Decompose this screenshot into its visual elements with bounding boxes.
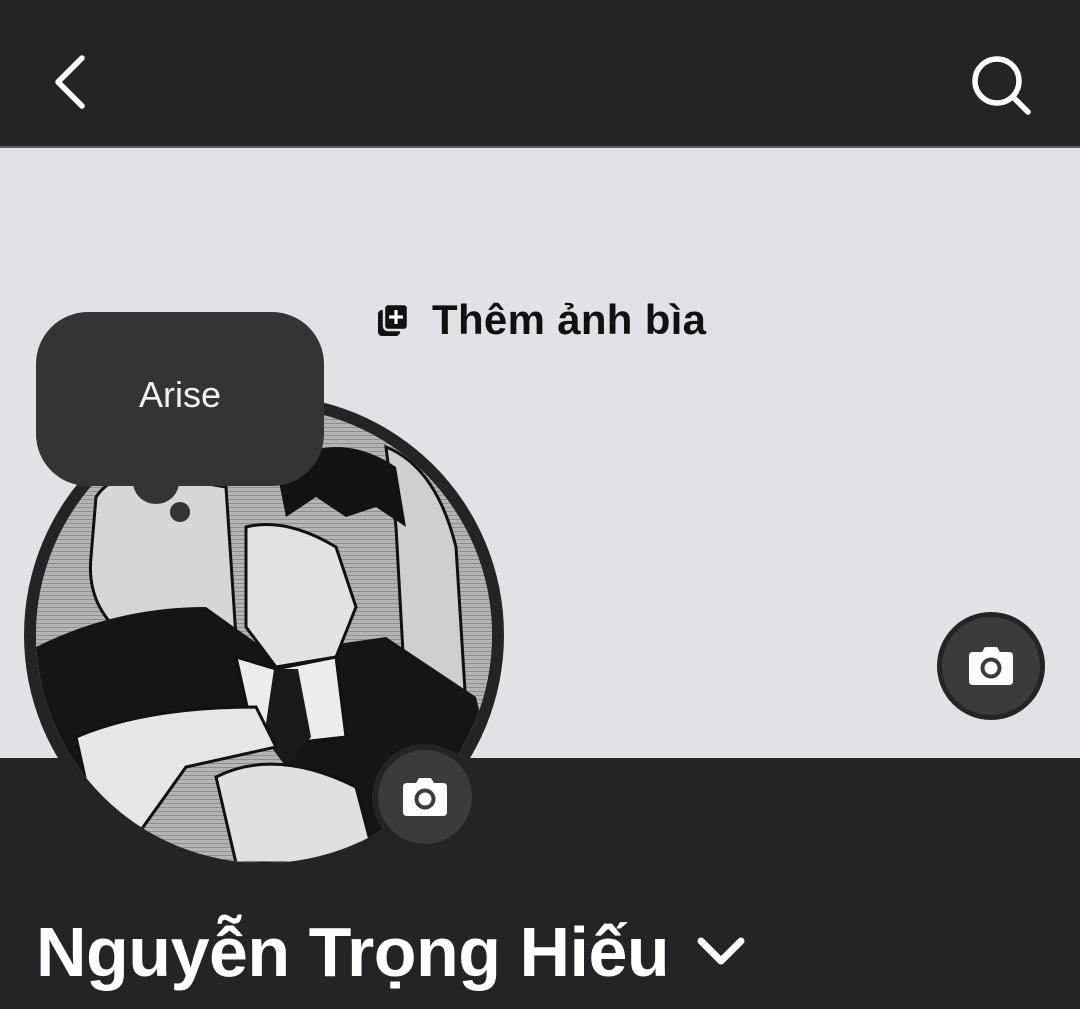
add-cover-label: Thêm ảnh bìa: [432, 296, 707, 343]
note-bubble[interactable]: Arise: [36, 312, 324, 486]
search-icon: [972, 56, 1031, 115]
avatar-camera-button[interactable]: [372, 744, 478, 850]
add-cover-photo-button[interactable]: Thêm ảnh bìa: [376, 294, 706, 346]
note-bubble-tail-dot: [170, 502, 190, 522]
note-text: Arise: [138, 374, 222, 415]
search-button[interactable]: [968, 52, 1034, 118]
camera-icon: [969, 647, 1013, 685]
top-bar: [0, 0, 1080, 146]
chevron-left-icon: [55, 55, 85, 109]
profile-name: Nguyễn Trọng Hiếu: [36, 913, 670, 991]
cover-camera-button[interactable]: [937, 612, 1045, 720]
profile-name-button[interactable]: Nguyễn Trọng Hiếu: [36, 912, 747, 992]
camera-icon: [403, 778, 447, 816]
back-button[interactable]: [48, 50, 96, 114]
add-photo-icon: [378, 302, 410, 336]
note-bubble-tail: [133, 460, 179, 504]
chevron-down-icon: [697, 937, 745, 965]
